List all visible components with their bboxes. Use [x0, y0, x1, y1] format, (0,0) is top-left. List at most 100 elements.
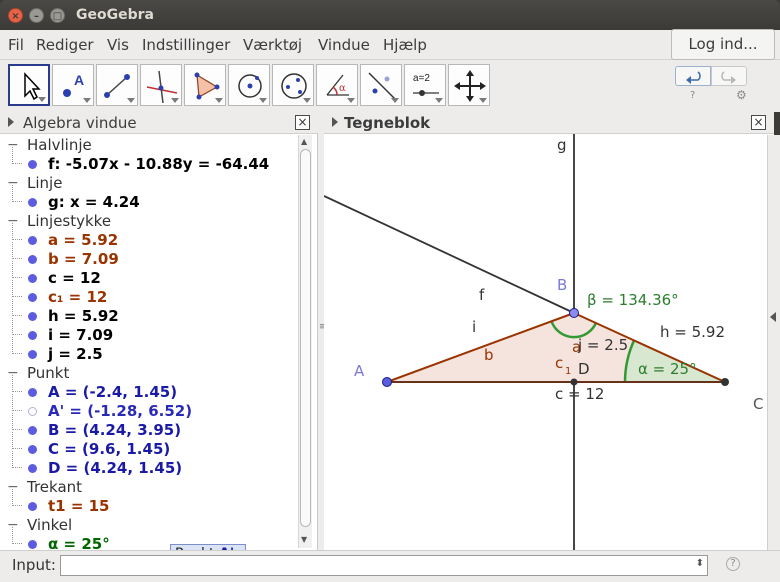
visibility-toggle[interactable]: [28, 160, 37, 169]
menu-vindue[interactable]: Vindue: [318, 36, 370, 54]
help-icon[interactable]: ?: [690, 90, 695, 101]
visibility-toggle[interactable]: [28, 293, 37, 302]
undo-button[interactable]: [675, 66, 711, 86]
input-bar: Input: ⬍ ?: [0, 550, 780, 582]
scroll-thumb[interactable]: [300, 149, 311, 527]
slider-label: a=2: [413, 73, 430, 84]
visibility-toggle[interactable]: [28, 312, 37, 321]
point-C-vertex[interactable]: [721, 378, 729, 386]
visibility-toggle[interactable]: [28, 502, 37, 511]
svg-text:α: α: [339, 83, 346, 94]
algebra-scrollbar[interactable]: ▲ ▼: [298, 135, 312, 548]
input-field[interactable]: ⬍: [60, 555, 708, 576]
graphics-header: Tegneblok ×: [324, 112, 774, 134]
algebra-entry[interactable]: j = 2.5: [48, 345, 103, 363]
visibility-toggle[interactable]: [28, 274, 37, 283]
algebra-close-icon[interactable]: ×: [295, 115, 310, 130]
label-b: b: [484, 346, 494, 364]
algebra-entry[interactable]: c₁ = 12: [48, 288, 107, 306]
reflect-tool-button[interactable]: [360, 64, 402, 106]
label-alpha: α = 25°: [638, 360, 697, 378]
graphics-canvas[interactable]: g B A C D f i b a c 1 β = 134.36° h = 5.…: [324, 112, 774, 550]
move-tool-button[interactable]: [8, 64, 50, 106]
label-g: g: [557, 136, 567, 154]
point-tool-button[interactable]: A: [52, 64, 94, 106]
menu-fil[interactable]: Fil: [8, 36, 24, 54]
category-label: Trekant: [27, 478, 83, 496]
algebra-entry[interactable]: h = 5.92: [48, 307, 119, 325]
move-graphics-tool-button[interactable]: [448, 64, 490, 106]
scroll-up-icon[interactable]: ▲: [301, 137, 307, 146]
algebra-entry[interactable]: A' = (-1.28, 6.52): [48, 402, 192, 420]
redo-button[interactable]: [711, 66, 747, 86]
algebra-entry[interactable]: a = 5.92: [48, 231, 118, 249]
menu-hjaelp[interactable]: Hjælp: [383, 36, 427, 54]
polygon-tool-button[interactable]: [184, 64, 226, 106]
collapse-triangle-icon[interactable]: [8, 117, 14, 127]
visibility-toggle[interactable]: [28, 331, 37, 340]
label-A: A: [354, 362, 365, 380]
graphics-view[interactable]: g B A C D f i b a c 1 β = 134.36° h = 5.…: [324, 112, 774, 550]
algebra-entry[interactable]: c = 12: [48, 269, 101, 287]
visibility-toggle[interactable]: [28, 426, 37, 435]
visibility-toggle[interactable]: [28, 350, 37, 359]
window-minimize-button[interactable]: –: [29, 8, 44, 23]
graphics-side-strip[interactable]: [767, 135, 780, 550]
graphics-title: Tegneblok: [344, 114, 431, 132]
algebra-header: Algebra vindue ×: [0, 112, 318, 134]
slider-tool-button[interactable]: a=2: [404, 64, 446, 106]
angle-tool-button[interactable]: α: [316, 64, 358, 106]
point-A[interactable]: [382, 377, 392, 387]
algebra-entry[interactable]: α = 25°: [48, 535, 110, 550]
visibility-toggle[interactable]: [28, 464, 37, 473]
algebra-entry[interactable]: C = (9.6, 1.45): [48, 440, 170, 458]
input-dropdown-icon[interactable]: ⬍: [696, 558, 704, 569]
visibility-toggle[interactable]: [28, 407, 37, 416]
window-maximize-button[interactable]: □: [50, 8, 65, 23]
scroll-down-icon[interactable]: ▼: [301, 535, 307, 544]
label-c1: c: [555, 354, 563, 372]
label-c1-sub: 1: [565, 366, 571, 377]
toolbar: A α a=2: [0, 60, 780, 112]
label-C: C: [753, 395, 763, 413]
segment-tool-button[interactable]: [96, 64, 138, 106]
algebra-entry[interactable]: D = (4.24, 1.45): [48, 459, 182, 477]
input-help-icon[interactable]: ?: [726, 557, 740, 571]
algebra-entry[interactable]: b = 7.09: [48, 250, 119, 268]
visibility-toggle[interactable]: [28, 540, 37, 549]
algebra-entry[interactable]: t1 = 15: [48, 497, 110, 515]
ray-f[interactable]: [324, 195, 575, 314]
visibility-toggle[interactable]: [28, 198, 37, 207]
label-beta: β = 134.36°: [587, 291, 679, 309]
collapse-triangle-icon[interactable]: [332, 117, 338, 127]
menu-vis[interactable]: Vis: [107, 36, 129, 54]
algebra-entry[interactable]: f: -5.07x - 10.88y = -64.44: [48, 155, 269, 173]
redo-icon: [721, 71, 736, 84]
login-button[interactable]: Log ind...: [671, 29, 775, 60]
visibility-toggle[interactable]: [28, 236, 37, 245]
algebra-entry[interactable]: g: x = 4.24: [48, 193, 140, 211]
graphics-close-icon[interactable]: ×: [751, 115, 766, 130]
label-D: D: [578, 360, 590, 378]
window-close-button[interactable]: ×: [8, 8, 23, 23]
settings-gear-icon[interactable]: ⚙: [736, 88, 747, 102]
perpendicular-line-tool-button[interactable]: [140, 64, 182, 106]
menu-indstillinger[interactable]: Indstillinger: [142, 36, 230, 54]
menu-vaerktoej[interactable]: Værktøj: [243, 36, 302, 54]
category-label: Linje: [27, 174, 63, 192]
point-B[interactable]: [569, 308, 579, 318]
menu-rediger[interactable]: Rediger: [36, 36, 94, 54]
window-title: GeoGebra: [76, 7, 154, 23]
visibility-toggle[interactable]: [28, 255, 37, 264]
expand-left-icon[interactable]: [770, 312, 776, 322]
label-c: c = 12: [555, 385, 604, 403]
algebra-entry[interactable]: A = (-2.4, 1.45): [48, 383, 177, 401]
visibility-toggle[interactable]: [28, 445, 37, 454]
algebra-entry[interactable]: B = (4.24, 3.95): [48, 421, 181, 439]
label-i: i: [472, 318, 476, 336]
algebra-title: Algebra vindue: [23, 114, 137, 132]
visibility-toggle[interactable]: [28, 388, 37, 397]
conic-tool-button[interactable]: [272, 64, 314, 106]
circle-tool-button[interactable]: [228, 64, 270, 106]
algebra-entry[interactable]: i = 7.09: [48, 326, 113, 344]
